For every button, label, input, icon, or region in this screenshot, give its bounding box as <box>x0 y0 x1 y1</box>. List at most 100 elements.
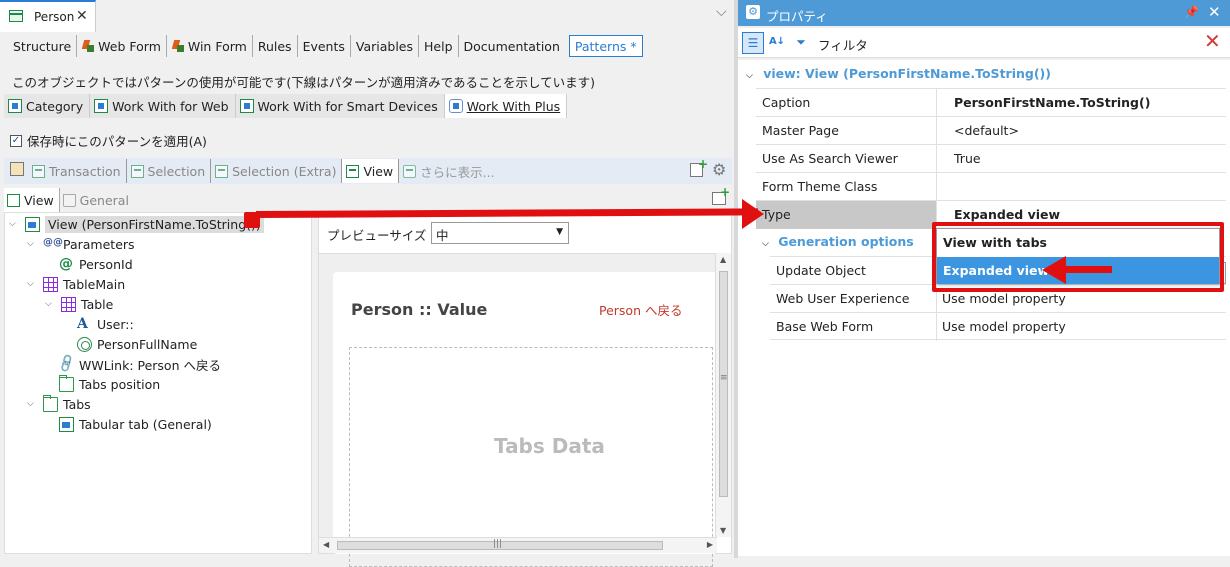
tab-help[interactable]: Help <box>419 35 459 57</box>
sub-tab-general[interactable]: General <box>60 188 134 212</box>
instance-tab-selection-extra[interactable]: Selection (Extra) <box>211 159 343 183</box>
tab-documentation[interactable]: Documentation <box>459 35 565 57</box>
preview-back-link[interactable]: Person へ戻る <box>599 300 682 319</box>
instance-tab-view[interactable]: View <box>342 159 400 183</box>
document-tab-person[interactable]: Person ✕ <box>0 0 96 32</box>
sub-tab-view[interactable]: View <box>4 188 60 212</box>
tree-node-label: WWLink: Person へ戻る <box>79 357 221 373</box>
document-tab-label: Person <box>34 10 75 24</box>
tab-rules[interactable]: Rules <box>253 35 298 57</box>
tab-structure[interactable]: Structure <box>8 35 78 57</box>
tab-events[interactable]: Events <box>298 35 351 57</box>
tree-node-person-full-name[interactable]: PersonFullName <box>77 334 197 354</box>
tree-node-table-main[interactable]: ⌵ TableMain <box>27 274 125 294</box>
clear-filter-icon[interactable]: ✕ <box>1204 29 1221 53</box>
categorized-icon[interactable]: ☰ <box>742 32 764 54</box>
scroll-thumb[interactable] <box>719 271 728 497</box>
tree-node-label: Table <box>81 296 114 312</box>
annotation-arrow-head <box>742 199 764 229</box>
tree-node-view[interactable]: ⌵ View (PersonFirstName.ToString()) <box>9 214 264 234</box>
instance-toolbar: Transaction Selection Selection (Extra) … <box>4 157 732 184</box>
expand-icon[interactable]: ⌵ <box>27 239 39 249</box>
expand-icon[interactable]: ⌵ <box>45 299 57 309</box>
apply-on-save-label: 保存時にこのパターンを適用(A) <box>27 134 207 149</box>
tab-web-form[interactable]: Web Form <box>77 35 167 57</box>
expand-icon[interactable]: ⌵ <box>27 279 39 289</box>
close-icon[interactable]: ✕ <box>1208 3 1221 21</box>
instance-tab-selection[interactable]: Selection <box>127 159 212 183</box>
instance-tab-more[interactable]: さらに表示... <box>399 159 499 183</box>
property-name: Web User Experience <box>776 291 910 306</box>
chevron-down-icon[interactable]: ⌵ <box>716 4 727 20</box>
tree-node-tabular-tab[interactable]: Tabular tab (General) <box>59 414 212 434</box>
tab-win-form[interactable]: Win Form <box>167 35 253 57</box>
tree-node-person-id[interactable]: @ PersonId <box>59 254 133 274</box>
tree-node-parameters[interactable]: ⌵ @@ Parameters <box>27 234 135 254</box>
apply-on-save-checkbox[interactable]: ✓ <box>10 134 22 147</box>
property-name: Type <box>762 207 791 222</box>
expand-icon[interactable]: ⌵ <box>27 399 39 409</box>
scroll-right-icon[interactable]: ▶ <box>707 540 713 549</box>
instance-tab-transaction[interactable]: Transaction <box>28 159 127 183</box>
pin-icon[interactable]: 📌 <box>1184 5 1199 19</box>
tab-patterns[interactable]: Patterns * <box>568 35 643 57</box>
gear-icon[interactable]: ⚙ <box>712 160 726 179</box>
add-instance-icon[interactable] <box>690 157 708 177</box>
generation-options-header[interactable]: ⌵ Generation options <box>762 234 914 249</box>
transaction-icon <box>32 164 45 178</box>
property-value[interactable]: Use model property <box>942 291 1066 306</box>
expand-icon[interactable]: ⌵ <box>9 219 21 229</box>
preview-size-label: プレビューサイズ <box>327 228 427 243</box>
tree-node-wwlink[interactable]: 🔗 WWLink: Person へ戻る <box>56 353 221 374</box>
tab-label: Work With for Smart Devices <box>257 98 438 114</box>
vertical-scrollbar[interactable]: ▲ ≡ ▼ <box>715 253 731 537</box>
property-name: Base Web Form <box>776 319 874 334</box>
property-value[interactable]: True <box>954 151 981 166</box>
tab-variables[interactable]: Variables <box>351 35 420 57</box>
pattern-tab-work-with-web[interactable]: Work With for Web <box>90 94 236 118</box>
tree-node-tabs-position[interactable]: Tabs position <box>59 374 160 394</box>
object-header-label: view: View (PersonFirstName.ToString()) <box>763 66 1051 81</box>
property-value[interactable]: Use model property <box>942 319 1066 334</box>
property-name: Caption <box>762 95 811 110</box>
tab-label: General <box>79 192 129 208</box>
chevron-down-icon: ▼ <box>556 227 563 237</box>
scroll-left-icon[interactable]: ◀ <box>323 540 329 549</box>
property-row-base-web-form[interactable]: Base Web Form Use model property <box>770 312 1226 341</box>
preview-size-select[interactable]: 中 ▼ <box>431 222 569 244</box>
pattern-tab-work-with-plus[interactable]: Work With Plus <box>444 94 568 118</box>
object-header[interactable]: ⌵ view: View (PersonFirstName.ToString()… <box>746 66 1051 81</box>
pattern-tab-work-with-smart-devices[interactable]: Work With for Smart Devices <box>235 94 445 118</box>
horizontal-scrollbar[interactable]: ◀ ||| ▶ <box>319 537 717 553</box>
properties-icon[interactable] <box>10 162 24 176</box>
properties-title: プロパティ <box>766 9 828 24</box>
property-row-form-theme-class[interactable]: Form Theme Class <box>756 172 1226 201</box>
tab-label: Work With for Web <box>112 98 229 114</box>
property-row-master-page[interactable]: Master Page <default> <box>756 116 1226 145</box>
collapse-icon[interactable]: ⌵ <box>746 71 753 81</box>
property-value[interactable]: <default> <box>954 123 1019 138</box>
tab-label: Events <box>302 38 345 54</box>
property-value[interactable]: PersonFirstName.ToString() <box>954 95 1150 110</box>
scroll-up-icon[interactable]: ▲ <box>720 255 726 264</box>
folder-icon <box>62 193 76 207</box>
tree-node-tabs[interactable]: ⌵ Tabs <box>27 394 91 414</box>
tree-node-label: PersonId <box>79 256 133 272</box>
filter-icon[interactable]: ⏷ <box>790 32 812 54</box>
sort-alpha-icon[interactable]: A↓ <box>766 32 788 54</box>
pattern-tab-category[interactable]: Category <box>4 94 91 118</box>
close-icon[interactable]: ✕ <box>76 8 88 24</box>
collapse-icon[interactable]: ⌵ <box>762 239 769 249</box>
text-block-icon: A <box>77 315 88 332</box>
tree-node-label: Tabs position <box>79 376 161 392</box>
tree-node-user[interactable]: A User:: <box>77 314 134 334</box>
table-icon <box>61 296 76 312</box>
scroll-down-icon[interactable]: ▼ <box>720 526 726 535</box>
property-row-caption[interactable]: Caption PersonFirstName.ToString() <box>756 88 1226 117</box>
tree-node-table[interactable]: ⌵ Table <box>45 294 113 314</box>
add-tab-icon[interactable] <box>712 185 730 205</box>
property-row-use-as-search-viewer[interactable]: Use As Search Viewer True <box>756 144 1226 173</box>
apply-on-save-row: ✓ 保存時にこのパターンを適用(A) <box>10 131 207 150</box>
property-value[interactable]: Expanded view <box>954 207 1060 222</box>
filter-input[interactable] <box>874 32 1204 54</box>
